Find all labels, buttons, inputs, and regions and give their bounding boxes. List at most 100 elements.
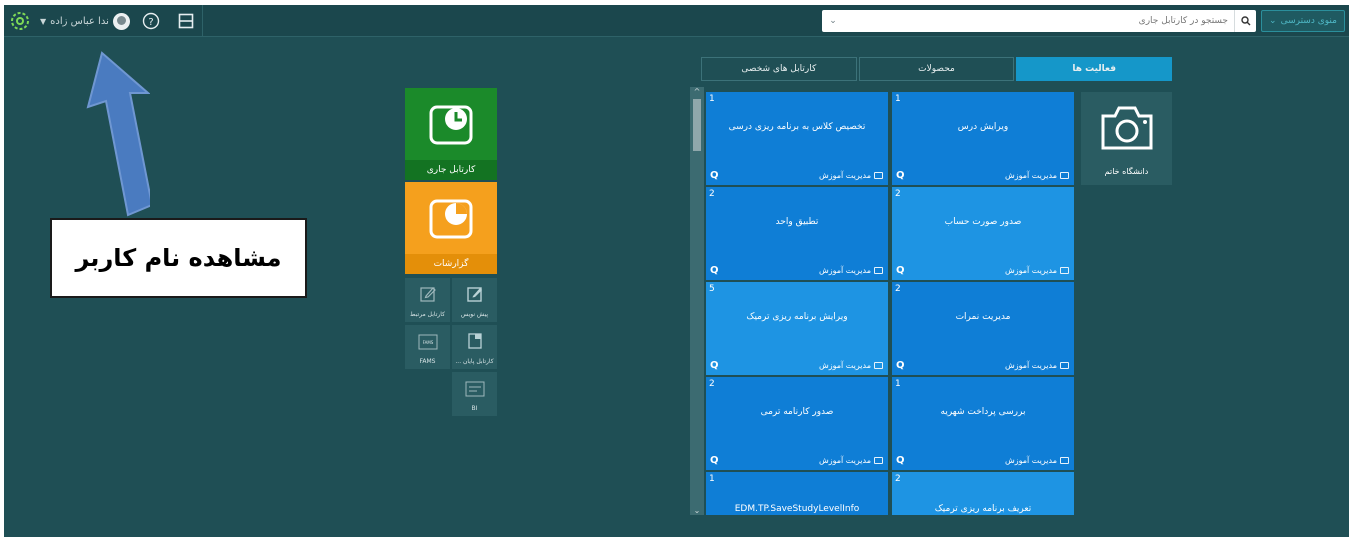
camera-icon bbox=[1081, 102, 1172, 152]
card-department-label: مدیریت آموزش bbox=[1004, 360, 1057, 370]
card-department-label: مدیریت آموزش bbox=[1004, 265, 1057, 275]
card-title: بررسی پرداخت شهریه bbox=[940, 407, 1026, 417]
search-icon[interactable]: Q bbox=[710, 265, 719, 276]
activity-card[interactable]: 2 تعریف برنامه ریزی ترمیک bbox=[892, 472, 1074, 515]
tile-current-cartable[interactable]: کارتابل جاری bbox=[405, 88, 497, 180]
tile-label: کارتابل مرتبط bbox=[410, 311, 445, 318]
activity-card[interactable]: 1 ویرایش درس Q مدیریت آموزش bbox=[892, 92, 1074, 185]
card-count: 1 bbox=[895, 379, 901, 389]
card-title: صدور صورت حساب bbox=[944, 217, 1022, 227]
tile-bi[interactable]: BI bbox=[452, 372, 497, 416]
search-box: ⌄ bbox=[822, 10, 1256, 32]
card-count: 1 bbox=[709, 474, 715, 484]
document-icon bbox=[466, 332, 484, 354]
university-tile[interactable]: دانشگاه خاتم bbox=[1081, 92, 1172, 185]
card-department: مدیریت آموزش bbox=[819, 266, 883, 275]
card-department-label: مدیریت آموزش bbox=[818, 265, 871, 275]
fams-icon: FAMS bbox=[418, 334, 438, 354]
edit-icon bbox=[419, 285, 437, 307]
card-title: ویرایش درس bbox=[957, 122, 1009, 132]
card-title: تعریف برنامه ریزی ترمیک bbox=[934, 504, 1032, 514]
search-icon[interactable]: Q bbox=[710, 360, 719, 371]
scroll-up-icon[interactable]: ^ bbox=[690, 87, 704, 96]
pie-chart-icon bbox=[405, 182, 497, 254]
tile-label: FAMS bbox=[419, 358, 436, 365]
camera-icon bbox=[874, 456, 883, 464]
card-title: تخصیص کلاس به برنامه ریزی درسی bbox=[728, 122, 866, 132]
tab-personal-cartables[interactable]: کارتابل های شخصی bbox=[700, 57, 857, 81]
activity-card[interactable]: 1 بررسی پرداخت شهریه Q مدیریت آموزش bbox=[892, 377, 1074, 470]
tile-draft[interactable]: پیش نویس bbox=[452, 278, 497, 322]
activity-card[interactable]: 1 EDM.TP.SaveStudyLevelInfo bbox=[706, 472, 888, 515]
user-menu[interactable]: ▼ ندا عباس زاده bbox=[40, 11, 130, 31]
scroll-down-icon[interactable]: ⌄ bbox=[690, 506, 704, 515]
tile-label: گزارشات bbox=[405, 254, 497, 274]
activity-card[interactable]: 2 صدور صورت حساب Q مدیریت آموزش bbox=[892, 187, 1074, 280]
search-icon[interactable] bbox=[1234, 10, 1256, 32]
card-title: صدور کارنامه ترمی bbox=[760, 407, 834, 417]
tile-label: BI bbox=[471, 405, 478, 412]
tile-related-cartable[interactable]: کارتابل مرتبط bbox=[405, 278, 450, 322]
scrollbar-thumb[interactable] bbox=[693, 99, 701, 151]
card-count: 2 bbox=[895, 474, 901, 484]
card-department: مدیریت آموزش bbox=[1005, 266, 1069, 275]
card-count: 2 bbox=[709, 189, 715, 199]
tile-label: پیش نویس bbox=[460, 311, 489, 318]
card-department: مدیریت آموزش bbox=[1005, 171, 1069, 180]
search-icon[interactable]: Q bbox=[896, 170, 905, 181]
app-window: ▼ ندا عباس زاده ? ⌄ ⌄ منوی دسترسی مشاهده… bbox=[4, 5, 1349, 537]
access-menu-button[interactable]: ⌄ منوی دسترسی bbox=[1261, 10, 1345, 32]
activity-card[interactable]: 5 ویرایش برنامه ریزی ترمیک Q مدیریت آموزش bbox=[706, 282, 888, 375]
card-title: تطبیق واحد bbox=[775, 217, 819, 227]
card-department: مدیریت آموزش bbox=[819, 456, 883, 465]
clock-icon bbox=[405, 88, 497, 160]
search-icon[interactable]: Q bbox=[896, 360, 905, 371]
chevron-down-icon[interactable]: ⌄ bbox=[822, 16, 844, 26]
bi-icon bbox=[465, 381, 485, 401]
camera-icon bbox=[1060, 361, 1069, 369]
card-department-label: مدیریت آموزش bbox=[818, 455, 871, 465]
search-icon[interactable]: Q bbox=[710, 455, 719, 466]
search-icon[interactable]: Q bbox=[710, 170, 719, 181]
activity-card[interactable]: 1 تخصیص کلاس به برنامه ریزی درسی Q مدیریت… bbox=[706, 92, 888, 185]
card-title: EDM.TP.SaveStudyLevelInfo bbox=[734, 504, 860, 514]
card-count: 1 bbox=[709, 94, 715, 104]
card-count: 1 bbox=[895, 94, 901, 104]
tab-activities[interactable]: فعالیت ها bbox=[1016, 57, 1172, 81]
user-name: ندا عباس زاده bbox=[50, 15, 109, 27]
search-icon[interactable]: Q bbox=[896, 455, 905, 466]
card-department-label: مدیریت آموزش bbox=[1004, 170, 1057, 180]
camera-icon bbox=[1060, 266, 1069, 274]
chevron-down-icon: ⌄ bbox=[1269, 16, 1277, 26]
help-icon[interactable]: ? bbox=[139, 9, 163, 33]
tile-reports[interactable]: گزارشات bbox=[405, 182, 497, 274]
tile-finished-cartable[interactable]: کارتابل پایان ... bbox=[452, 325, 497, 369]
card-title: ویرایش برنامه ریزی ترمیک bbox=[746, 312, 848, 322]
card-department: مدیریت آموزش bbox=[1005, 361, 1069, 370]
tile-label: کارتابل جاری bbox=[405, 160, 497, 180]
camera-icon bbox=[1060, 456, 1069, 464]
access-menu-label: منوی دسترسی bbox=[1280, 16, 1337, 26]
card-department: مدیریت آموزش bbox=[819, 171, 883, 180]
search-icon[interactable]: Q bbox=[896, 265, 905, 276]
gear-icon[interactable] bbox=[8, 9, 32, 33]
activity-card[interactable]: 2 مدیریت نمرات Q مدیریت آموزش bbox=[892, 282, 1074, 375]
activity-card[interactable]: 2 تطبیق واحد Q مدیریت آموزش bbox=[706, 187, 888, 280]
card-count: 5 bbox=[709, 284, 715, 294]
activity-card[interactable]: 2 صدور کارنامه ترمی Q مدیریت آموزش bbox=[706, 377, 888, 470]
scrollbar[interactable]: ^ ⌄ bbox=[690, 87, 704, 515]
tab-products[interactable]: محصولات bbox=[858, 57, 1015, 81]
card-department-label: مدیریت آموزش bbox=[1004, 455, 1057, 465]
toolbar-divider bbox=[202, 5, 203, 37]
card-department: مدیریت آموزش bbox=[819, 361, 883, 370]
tile-fams[interactable]: FAMS FAMS bbox=[405, 325, 450, 369]
tab-bar: فعالیت ها محصولات کارتابل های شخصی bbox=[700, 57, 1172, 81]
card-department-label: مدیریت آموزش bbox=[818, 170, 871, 180]
activities-grid: ^ ⌄ 1 ویرایش درس Q مدیریت آموزش 1 تخصیص ک… bbox=[690, 87, 1082, 515]
camera-icon bbox=[874, 266, 883, 274]
university-label: دانشگاه خاتم bbox=[1104, 167, 1149, 176]
avatar bbox=[112, 12, 130, 30]
layout-icon[interactable] bbox=[174, 9, 198, 33]
search-input[interactable] bbox=[844, 16, 1234, 26]
camera-icon bbox=[1060, 171, 1069, 179]
